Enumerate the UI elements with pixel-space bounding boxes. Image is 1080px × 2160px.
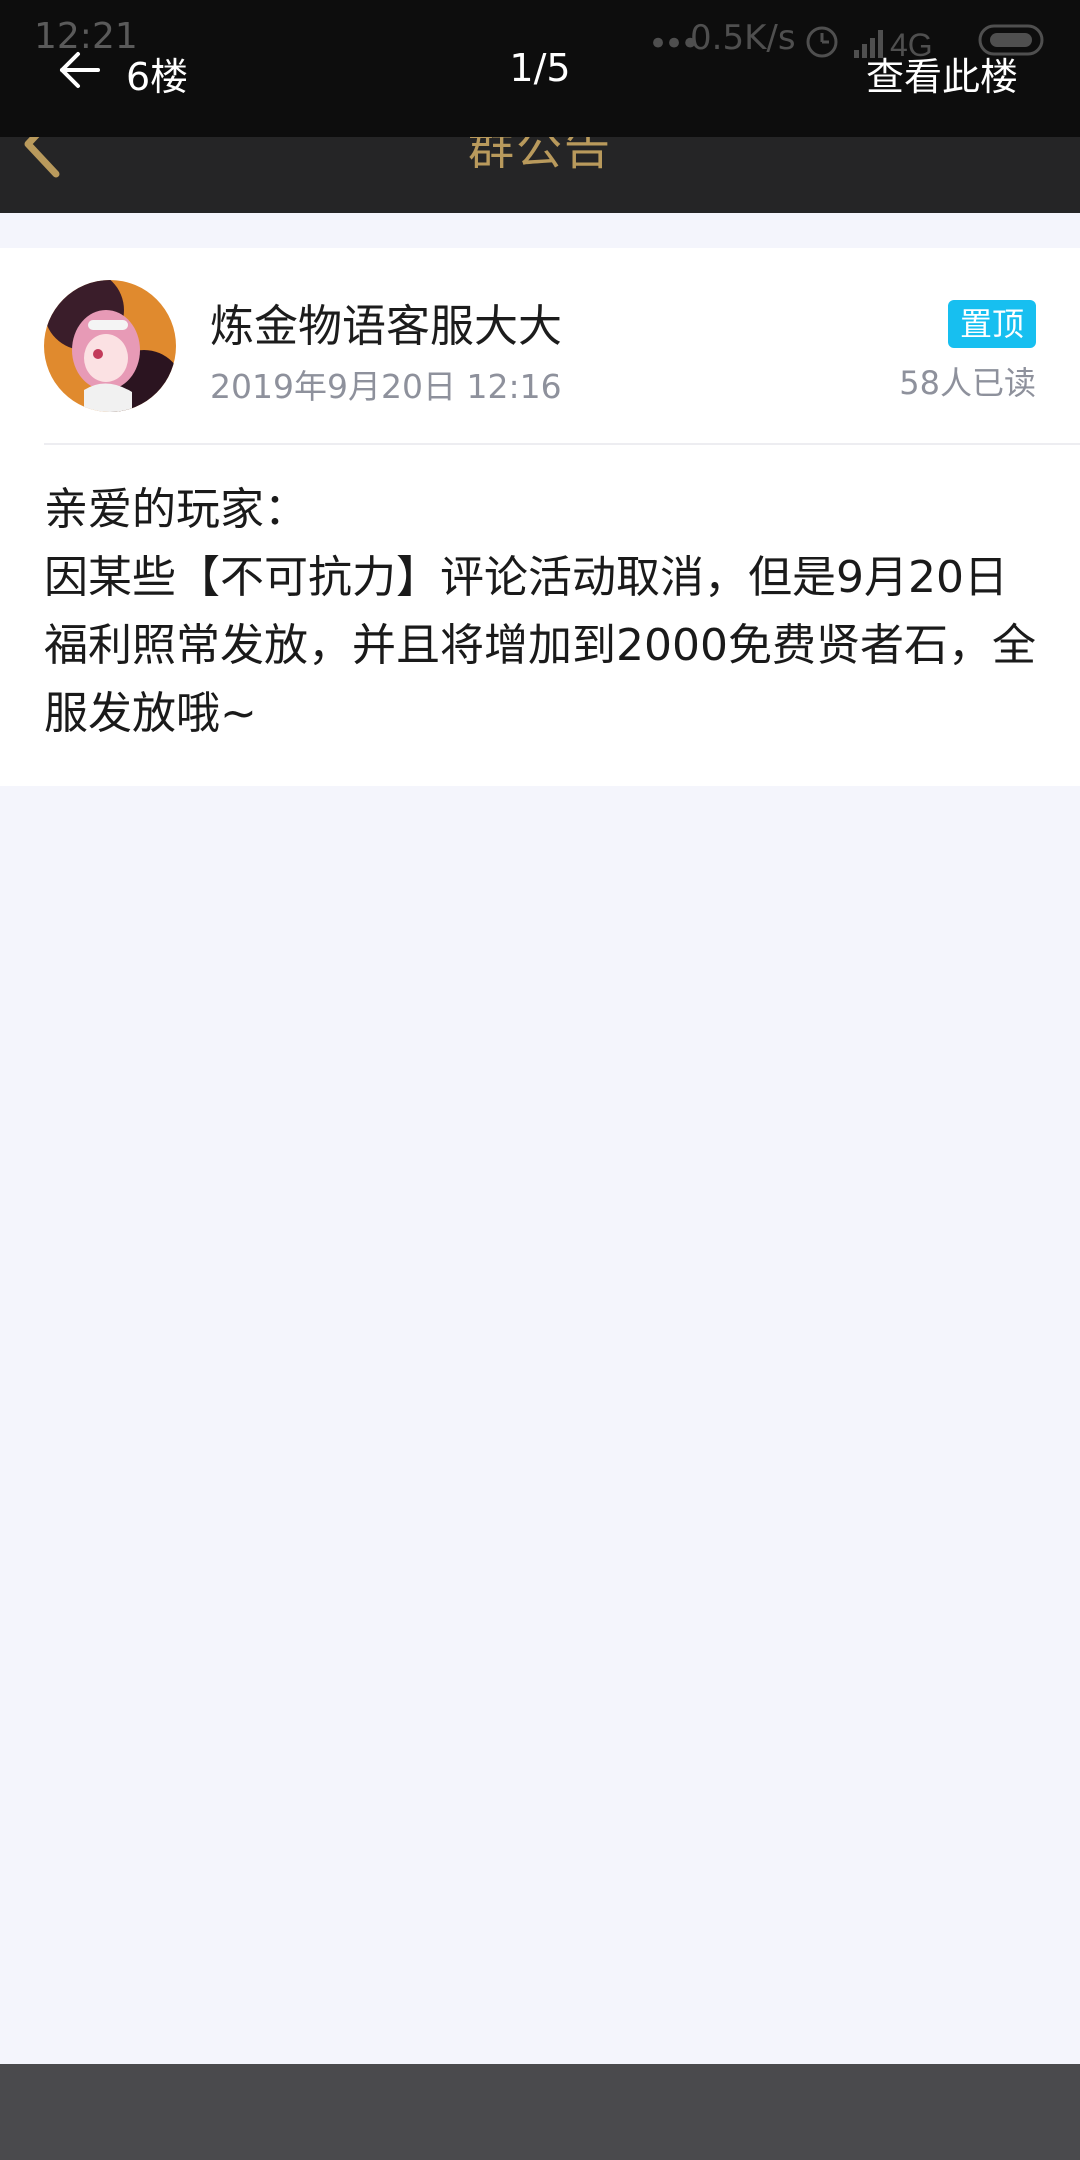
read-count[interactable]: 58人已读: [899, 358, 1036, 404]
avatar-image: [44, 280, 176, 412]
announcement-card: 炼金物语客服大大 2019年9月20日 12:16 置顶 58人已读 亲爱的玩家…: [0, 248, 1080, 786]
viewer-top-bar: 12:21 ••• 0.5K/s 4G 6楼 1/5 查看此楼: [0, 0, 1080, 137]
body-text: 因某些【不可抗力】评论活动取消，但是9月20日福利照常发放，并且将增加到2000…: [44, 552, 1036, 739]
post-timestamp: 2019年9月20日 12:16: [210, 367, 562, 406]
greeting-text: 亲爱的玩家：: [44, 484, 308, 535]
pinned-badge: 置顶: [947, 300, 1036, 348]
view-floor-button[interactable]: 查看此楼: [866, 46, 1018, 101]
announcement-content: 亲爱的玩家： 因某些【不可抗力】评论活动取消，但是9月20日福利照常发放，并且将…: [44, 476, 1044, 748]
author-name: 炼金物语客服大大: [210, 301, 562, 352]
avatar[interactable]: [44, 280, 176, 412]
divider: [44, 443, 1080, 445]
screen: 群公告 12:21 ••• 0.5K/s 4G 6楼 1/5 查看此楼 炼金物语…: [0, 0, 1080, 2160]
bottom-bar: [0, 2064, 1080, 2160]
